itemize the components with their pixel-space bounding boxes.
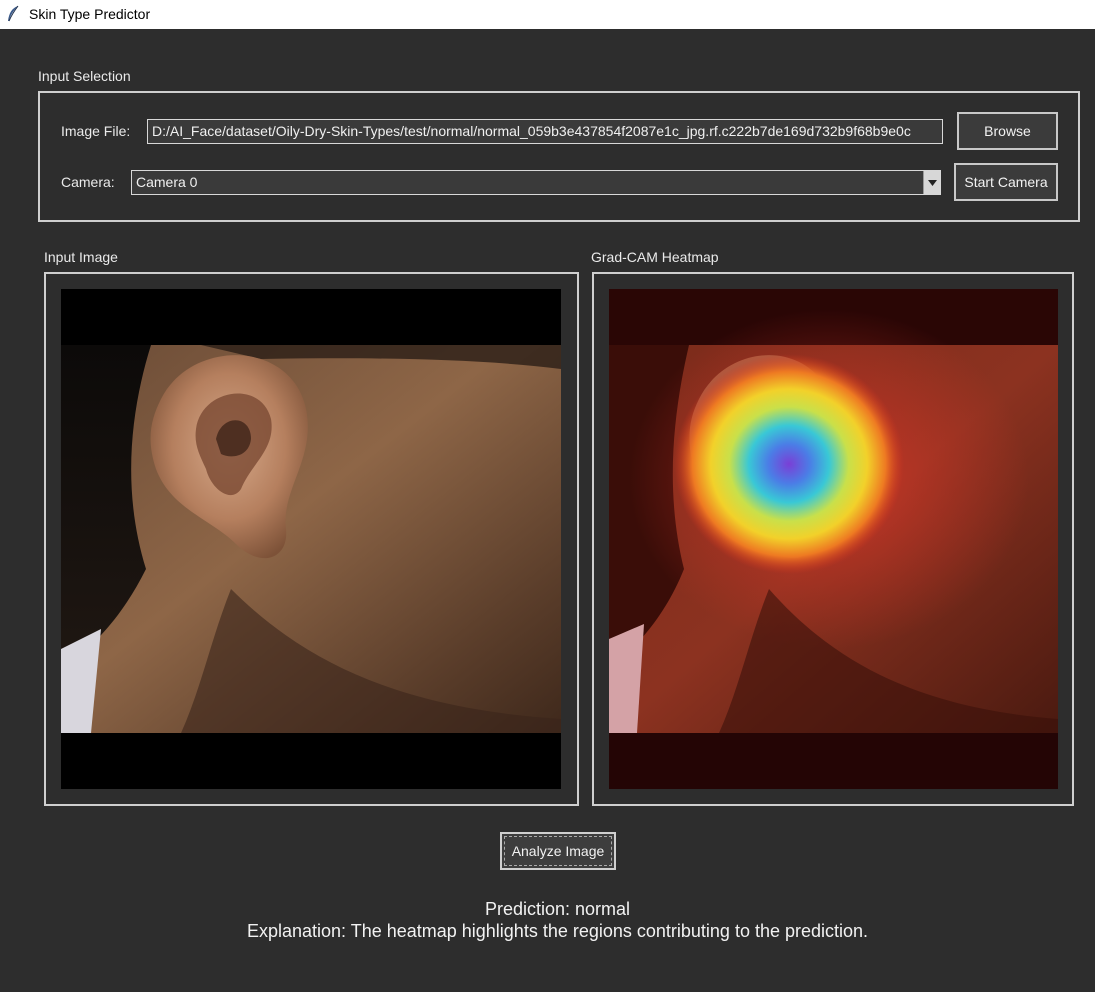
prediction-text: Prediction: normal [484,899,631,919]
browse-button[interactable]: Browse [957,112,1058,150]
heatmap-image [609,289,1058,789]
input-selection-label: Input Selection [38,68,131,84]
camera-select-value: Camera 0 [136,174,198,190]
camera-select[interactable]: Camera 0 [131,170,941,195]
feather-icon [6,5,20,28]
input-image [61,289,561,789]
explanation-text: Explanation: The heatmap highlights the … [246,921,869,941]
input-selection-group [38,91,1080,222]
title-bar: Skin Type Predictor [0,0,1095,29]
image-file-input[interactable]: D:/AI_Face/dataset/Oily-Dry-Skin-Types/t… [147,119,943,144]
camera-label: Camera: [61,174,115,190]
analyze-image-button[interactable]: Analyze Image [500,832,616,870]
focus-ring [504,836,612,866]
chevron-down-icon[interactable] [923,171,940,194]
window-title: Skin Type Predictor [29,6,151,22]
heatmap-label: Grad-CAM Heatmap [591,249,719,265]
image-file-label: Image File: [61,123,131,139]
input-image-label: Input Image [44,249,118,265]
start-camera-button[interactable]: Start Camera [954,163,1058,201]
